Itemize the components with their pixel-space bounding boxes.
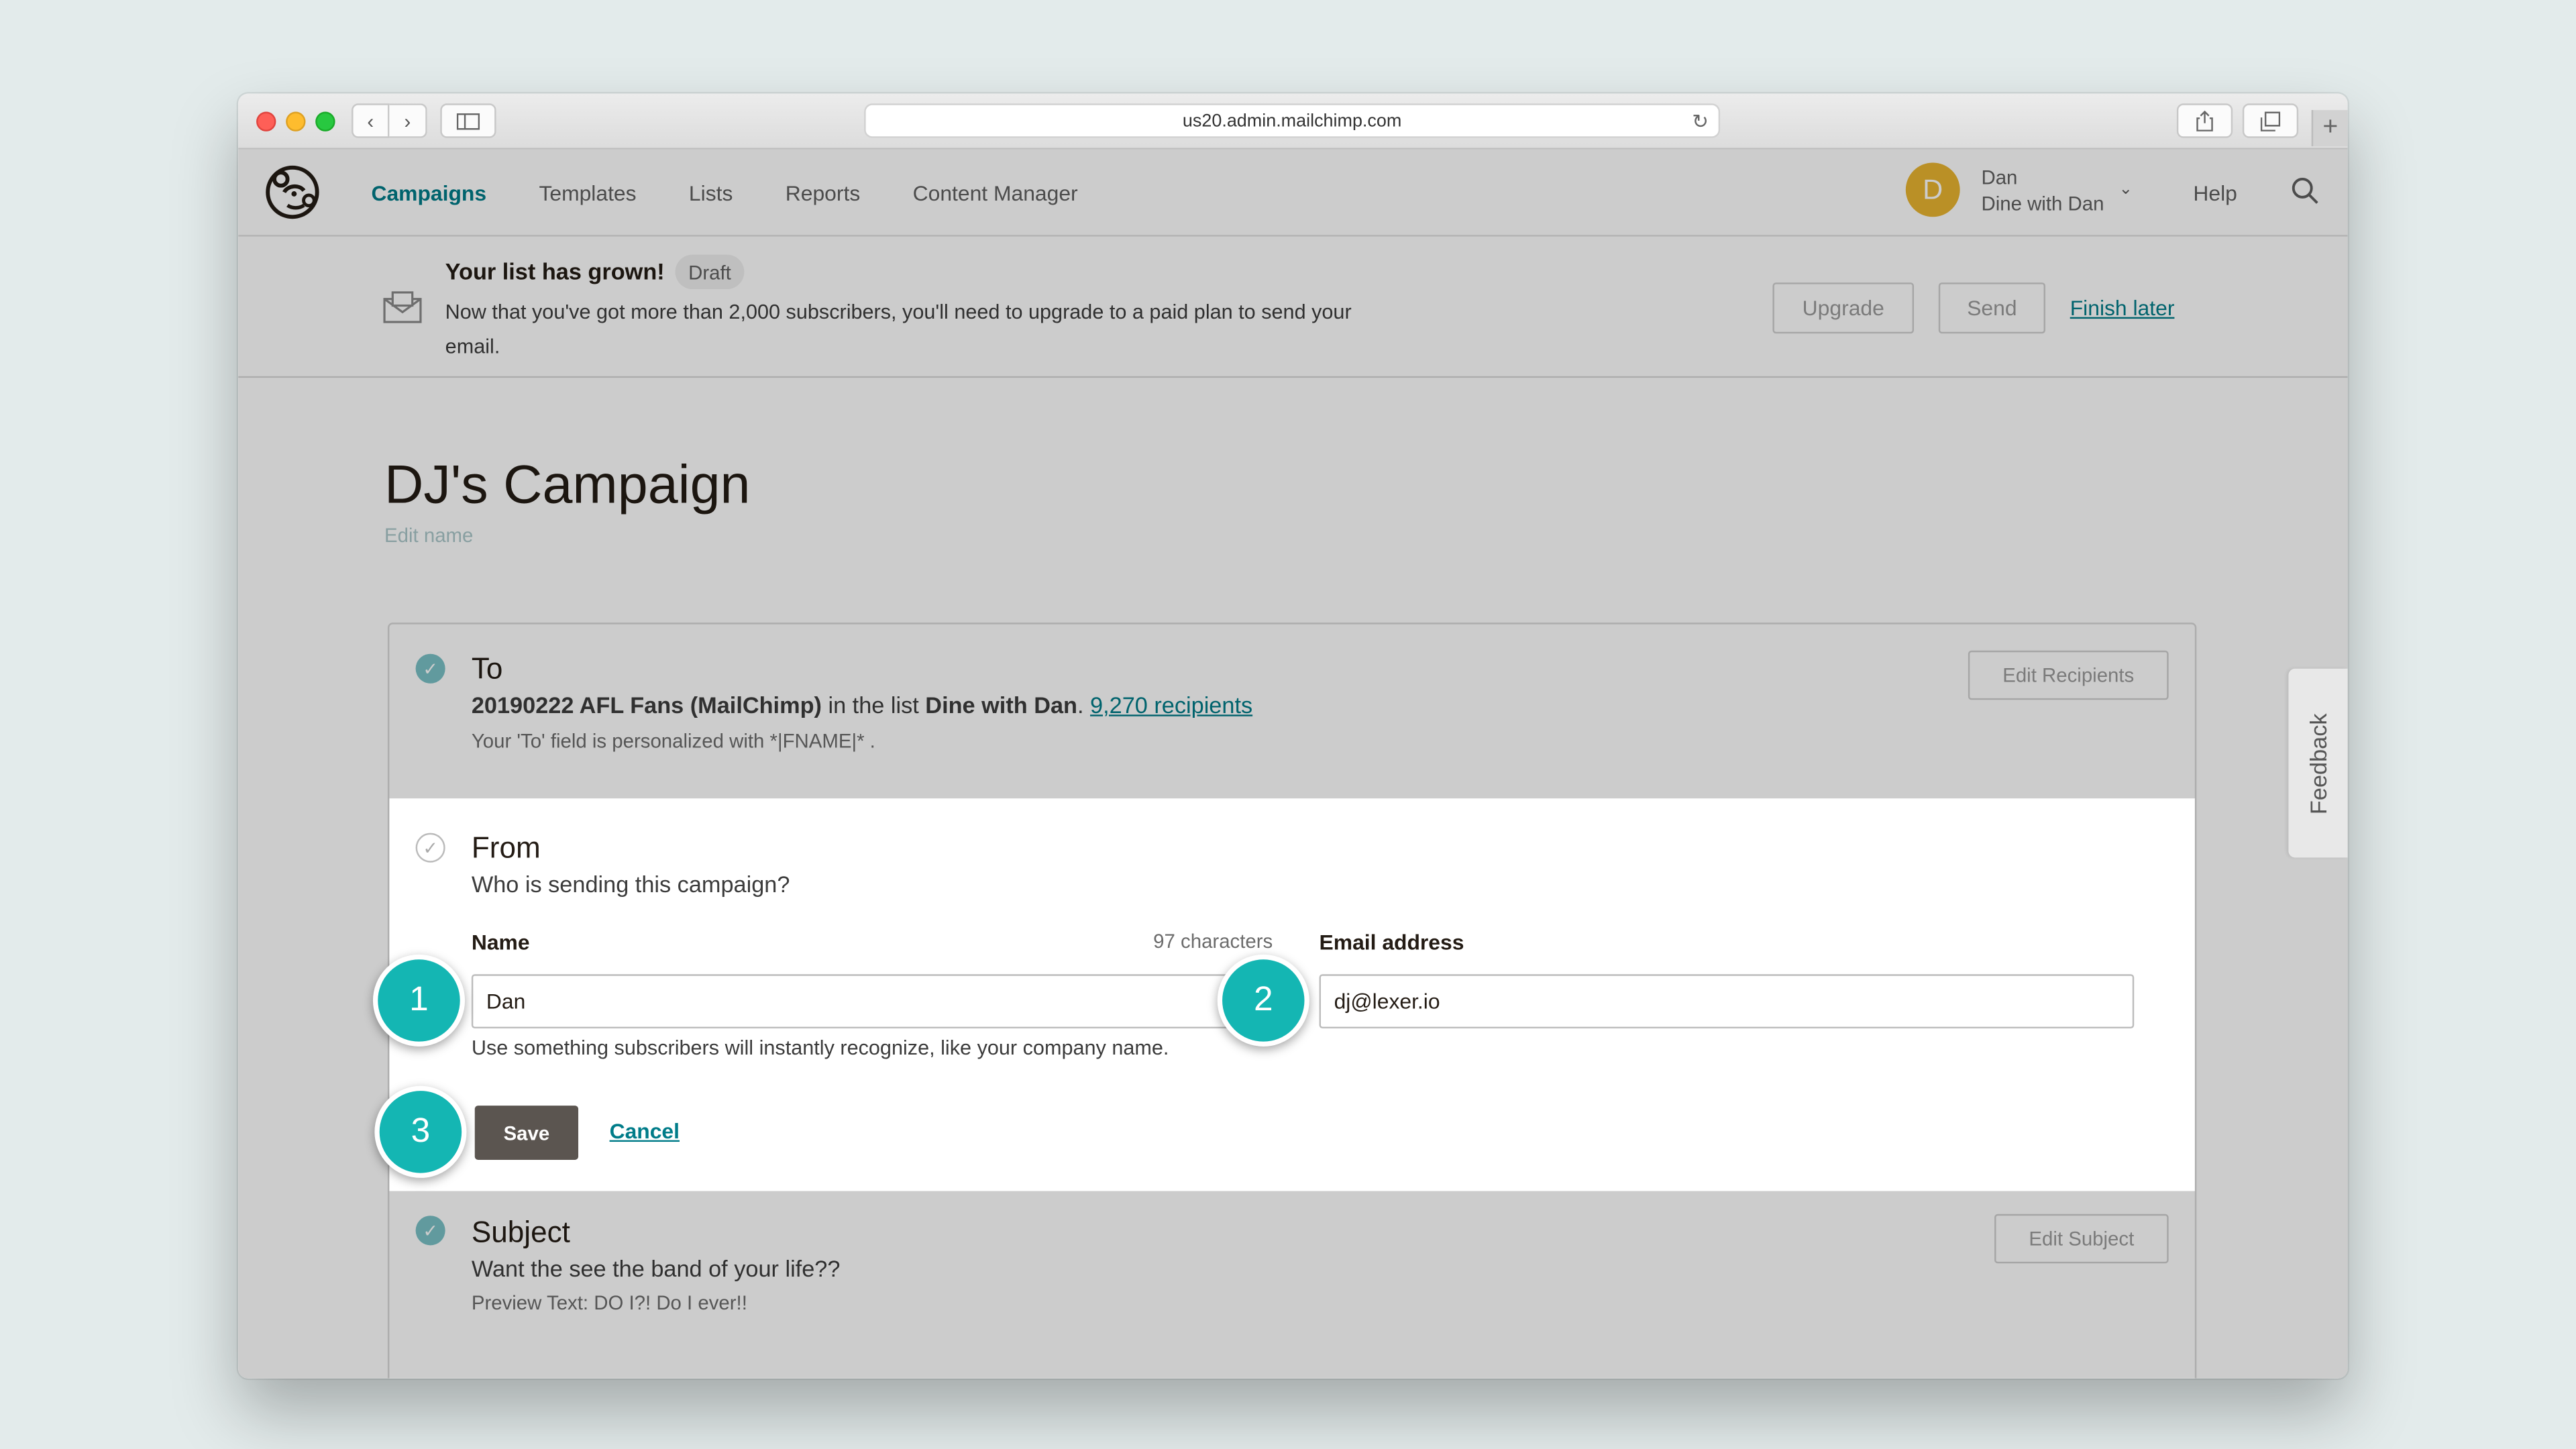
- edit-recipients-button[interactable]: Edit Recipients: [1968, 650, 2169, 700]
- check-outline-icon: ✓: [415, 833, 445, 863]
- address-bar[interactable]: us20.admin.mailchimp.com ↻: [864, 103, 1721, 138]
- nav-lists[interactable]: Lists: [689, 180, 733, 205]
- save-button[interactable]: Save: [474, 1106, 579, 1160]
- edit-name-link[interactable]: Edit name: [384, 524, 473, 547]
- mailchimp-logo-icon[interactable]: [264, 164, 320, 220]
- step-marker-3: 3: [374, 1085, 467, 1178]
- avatar: D: [1905, 162, 1960, 217]
- browser-toolbar: ‹ › us20.admin.mailchimp.com ↻ +: [238, 93, 2348, 150]
- help-link[interactable]: Help: [2193, 180, 2237, 205]
- reload-icon[interactable]: ↻: [1692, 110, 1709, 133]
- from-section-title: From: [471, 831, 541, 865]
- period-text: .: [1077, 692, 1091, 718]
- from-email-input[interactable]: [1319, 974, 2135, 1029]
- subject-line: Want the see the band of your life??: [471, 1255, 841, 1282]
- chevron-down-icon: ⌄: [2118, 180, 2133, 199]
- zoom-window-button[interactable]: [315, 111, 335, 131]
- chevron-right-icon: ›: [404, 109, 411, 133]
- to-section-title: To: [471, 652, 503, 686]
- sidebar-icon: [456, 112, 480, 129]
- upgrade-banner: Your list has grown! Draft Now that you'…: [238, 236, 2348, 378]
- account-name: Dine with Dan: [1981, 191, 2104, 215]
- check-icon: ✓: [415, 653, 445, 684]
- feedback-label: Feedback: [2304, 712, 2332, 814]
- from-subtitle: Who is sending this campaign?: [471, 870, 790, 898]
- in-list-text: in the list: [821, 692, 926, 718]
- page-title: DJ's Campaign: [384, 453, 751, 515]
- preview-text: Preview Text: DO I?! Do I ever!!: [471, 1291, 747, 1315]
- forward-button[interactable]: ›: [389, 103, 427, 138]
- nav-content-manager[interactable]: Content Manager: [913, 180, 1078, 205]
- plus-icon: +: [2322, 113, 2339, 142]
- character-count: 97 characters: [1153, 930, 1273, 953]
- status-badge: Draft: [675, 254, 745, 290]
- to-personalization-note: Your 'To' field is personalized with *|F…: [471, 729, 875, 753]
- user-name: Dan: [1981, 165, 2018, 189]
- name-label: Name: [471, 930, 530, 955]
- back-button[interactable]: ‹: [352, 103, 390, 138]
- account-menu[interactable]: D Dan Dine with Dan ⌄: [1905, 162, 2133, 217]
- tab-overview-button[interactable]: [2242, 103, 2299, 138]
- nav-templates[interactable]: Templates: [539, 180, 636, 205]
- send-button[interactable]: Send: [1938, 282, 2045, 334]
- url-text: us20.admin.mailchimp.com: [1182, 111, 1402, 131]
- recipients-link[interactable]: 9,270 recipients: [1090, 692, 1252, 718]
- subject-section-title: Subject: [471, 1216, 570, 1249]
- chevron-left-icon: ‹: [367, 109, 374, 133]
- close-window-button[interactable]: [256, 111, 276, 131]
- account-label: Dan Dine with Dan: [1981, 164, 2104, 216]
- app-header: Campaigns Templates Lists Reports Conten…: [238, 149, 2348, 237]
- cancel-link[interactable]: Cancel: [610, 1119, 680, 1144]
- email-label: Email address: [1319, 930, 1464, 955]
- to-summary: 20190222 AFL Fans (MailChimp) in the lis…: [472, 692, 1252, 718]
- check-icon: ✓: [415, 1216, 445, 1246]
- step-marker-1: 1: [372, 954, 466, 1047]
- list-name: Dine with Dan: [925, 692, 1077, 718]
- finish-later-link[interactable]: Finish later: [2070, 296, 2175, 321]
- minimize-window-button[interactable]: [286, 111, 306, 131]
- feedback-tab[interactable]: Feedback: [2288, 668, 2348, 858]
- share-button[interactable]: [2176, 103, 2233, 138]
- segment-name: 20190222 AFL Fans (MailChimp): [471, 692, 822, 718]
- sidebar-toggle-button[interactable]: [440, 103, 496, 138]
- banner-title: Your list has grown!: [445, 258, 665, 284]
- from-name-input[interactable]: [471, 974, 1293, 1029]
- banner-message: Now that you've got more than 2,000 subs…: [445, 301, 1352, 358]
- step-marker-2: 2: [1217, 954, 1309, 1047]
- main-nav: Campaigns Templates Lists Reports Conten…: [371, 150, 1077, 237]
- name-hint: Use something subscribers will instantly…: [471, 1036, 1169, 1060]
- tabs-icon: [2260, 111, 2281, 131]
- search-icon[interactable]: [2290, 176, 2320, 205]
- envelope-icon: [383, 291, 422, 323]
- upgrade-button[interactable]: Upgrade: [1772, 282, 1915, 334]
- new-tab-button[interactable]: +: [2311, 110, 2348, 146]
- nav-reports[interactable]: Reports: [786, 180, 861, 205]
- share-icon: [2196, 110, 2213, 131]
- edit-subject-button[interactable]: Edit Subject: [1994, 1214, 2169, 1264]
- nav-campaigns[interactable]: Campaigns: [371, 180, 486, 205]
